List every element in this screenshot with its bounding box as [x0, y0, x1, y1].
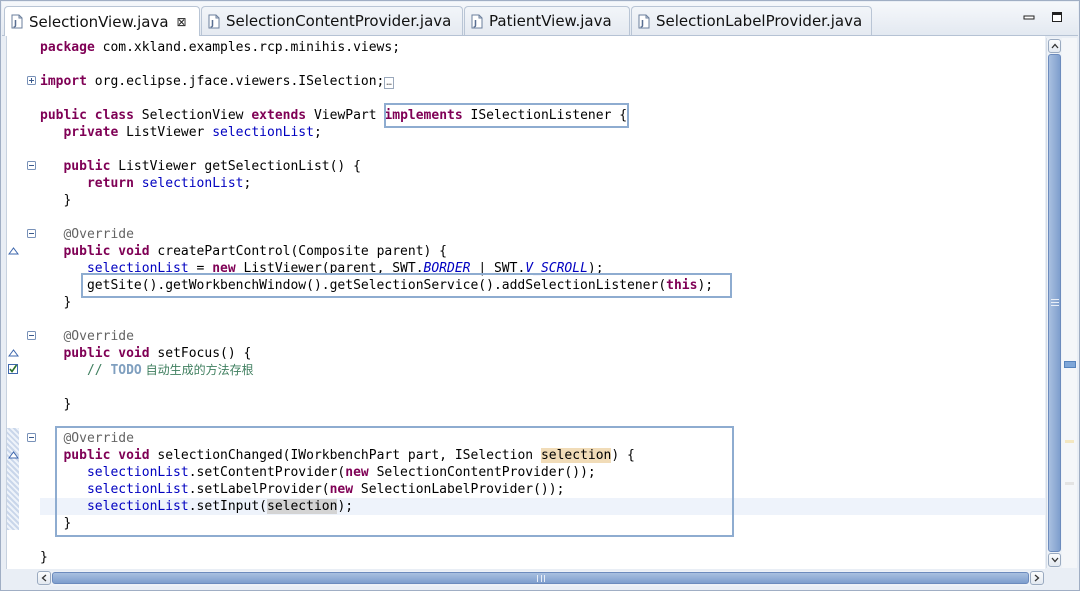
- tab-label: SelectionView.java: [29, 12, 169, 31]
- code-line: selectionList.setContentProvider(new Sel…: [86, 465, 596, 480]
- tab-label: SelectionContentProvider.java: [226, 12, 452, 30]
- occurrence-marker[interactable]: [1065, 440, 1074, 443]
- code-line: package com.xkland.examples.rcp.minihis.…: [40, 40, 401, 55]
- fold-collapse-icon[interactable]: [27, 229, 36, 238]
- horizontal-scroll-thumb[interactable]: [52, 572, 1029, 584]
- code-line: selectionList.setLabelProvider(new Selec…: [86, 482, 565, 497]
- scroll-up-button[interactable]: [1048, 39, 1061, 53]
- editor-tab-bar: J SelectionView.java ⊠ J SelectionConten…: [2, 2, 1078, 36]
- java-file-icon: J: [638, 14, 650, 29]
- grip-icon: [1051, 299, 1059, 306]
- svg-text:J: J: [473, 19, 477, 28]
- folded-imports-marker[interactable]: …: [384, 77, 394, 89]
- code-line: return selectionList;: [86, 176, 252, 191]
- code-line: // TODO 自动生成的方法存根: [86, 363, 254, 378]
- java-file-icon: J: [208, 14, 220, 29]
- chevron-left-icon: [41, 574, 47, 582]
- maximize-icon: [1052, 12, 1062, 22]
- grip-icon: [537, 575, 545, 582]
- tab-label: PatientView.java: [489, 12, 612, 30]
- code-line: }: [63, 193, 72, 208]
- code-line: selectionList.setInput(selection);: [86, 499, 354, 514]
- code-line: }: [63, 516, 72, 531]
- svg-text:J: J: [640, 19, 644, 28]
- tab-patientview-java[interactable]: J PatientView.java: [464, 6, 630, 35]
- vertical-scroll-thumb[interactable]: [1048, 54, 1061, 552]
- override-marker-icon[interactable]: [8, 451, 19, 459]
- editor-window: J SelectionView.java ⊠ J SelectionConten…: [0, 0, 1080, 591]
- code-line: }: [63, 295, 72, 310]
- code-line: public void selectionChanged(IWorkbenchP…: [63, 448, 635, 463]
- code-line: public class SelectionView extends ViewP…: [40, 108, 628, 123]
- tab-selectioncontentprovider-java[interactable]: J SelectionContentProvider.java: [201, 6, 463, 35]
- code-line: }: [63, 397, 72, 412]
- tab-selectionlabelprovider-java[interactable]: J SelectionLabelProvider.java: [631, 6, 872, 35]
- tab-label: SelectionLabelProvider.java: [656, 12, 863, 30]
- occurrence-marker[interactable]: [1065, 482, 1074, 485]
- override-marker-icon[interactable]: [8, 349, 19, 357]
- svg-text:J: J: [13, 19, 17, 28]
- quick-diff-ruler: [7, 428, 19, 530]
- fold-expand-icon[interactable]: [27, 76, 36, 85]
- task-marker[interactable]: [1064, 361, 1076, 368]
- scroll-right-button[interactable]: [1030, 571, 1044, 585]
- minimize-button[interactable]: [1020, 8, 1038, 26]
- chevron-right-icon: [1034, 574, 1040, 582]
- fold-collapse-icon[interactable]: [27, 331, 36, 340]
- task-checkbox-icon[interactable]: [8, 363, 19, 375]
- code-line: private ListViewer selectionList;: [63, 125, 322, 140]
- java-file-icon: J: [471, 14, 483, 29]
- fold-collapse-icon[interactable]: [27, 161, 36, 170]
- code-editor[interactable]: package com.xkland.examples.rcp.minihis.…: [6, 36, 1045, 569]
- scroll-down-button[interactable]: [1048, 553, 1061, 567]
- annotation-gutter[interactable]: [7, 36, 35, 569]
- overview-ruler[interactable]: [1062, 38, 1077, 568]
- code-line: getSite().getWorkbenchWindow().getSelect…: [86, 278, 714, 293]
- horizontal-scrollbar[interactable]: [37, 571, 1044, 586]
- code-line: @Override: [63, 227, 134, 242]
- minimize-icon: [1023, 15, 1035, 20]
- fold-collapse-icon[interactable]: [27, 433, 36, 442]
- code-line: @Override: [63, 431, 134, 446]
- code-line: selectionList = new ListViewer(parent, S…: [86, 261, 604, 276]
- chevron-up-icon: [1051, 43, 1058, 49]
- code-line: @Override: [63, 329, 134, 344]
- maximize-button[interactable]: [1048, 8, 1066, 26]
- chevron-down-icon: [1051, 557, 1058, 563]
- tab-selectionview-java[interactable]: J SelectionView.java ⊠: [4, 6, 200, 36]
- override-marker-icon[interactable]: [8, 247, 19, 255]
- scroll-left-button[interactable]: [37, 571, 51, 585]
- svg-text:J: J: [210, 19, 214, 28]
- code-line: }: [40, 550, 48, 565]
- code-line: public void setFocus() {: [63, 346, 252, 361]
- vertical-scrollbar[interactable]: [1046, 38, 1062, 568]
- code-line: public ListViewer getSelectionList() {: [63, 159, 361, 174]
- close-tab-icon[interactable]: ⊠: [177, 15, 187, 29]
- code-line: public void createPartControl(Composite …: [63, 244, 448, 259]
- code-line: import org.eclipse.jface.viewers.ISelect…: [40, 74, 394, 89]
- java-file-icon: J: [11, 14, 23, 29]
